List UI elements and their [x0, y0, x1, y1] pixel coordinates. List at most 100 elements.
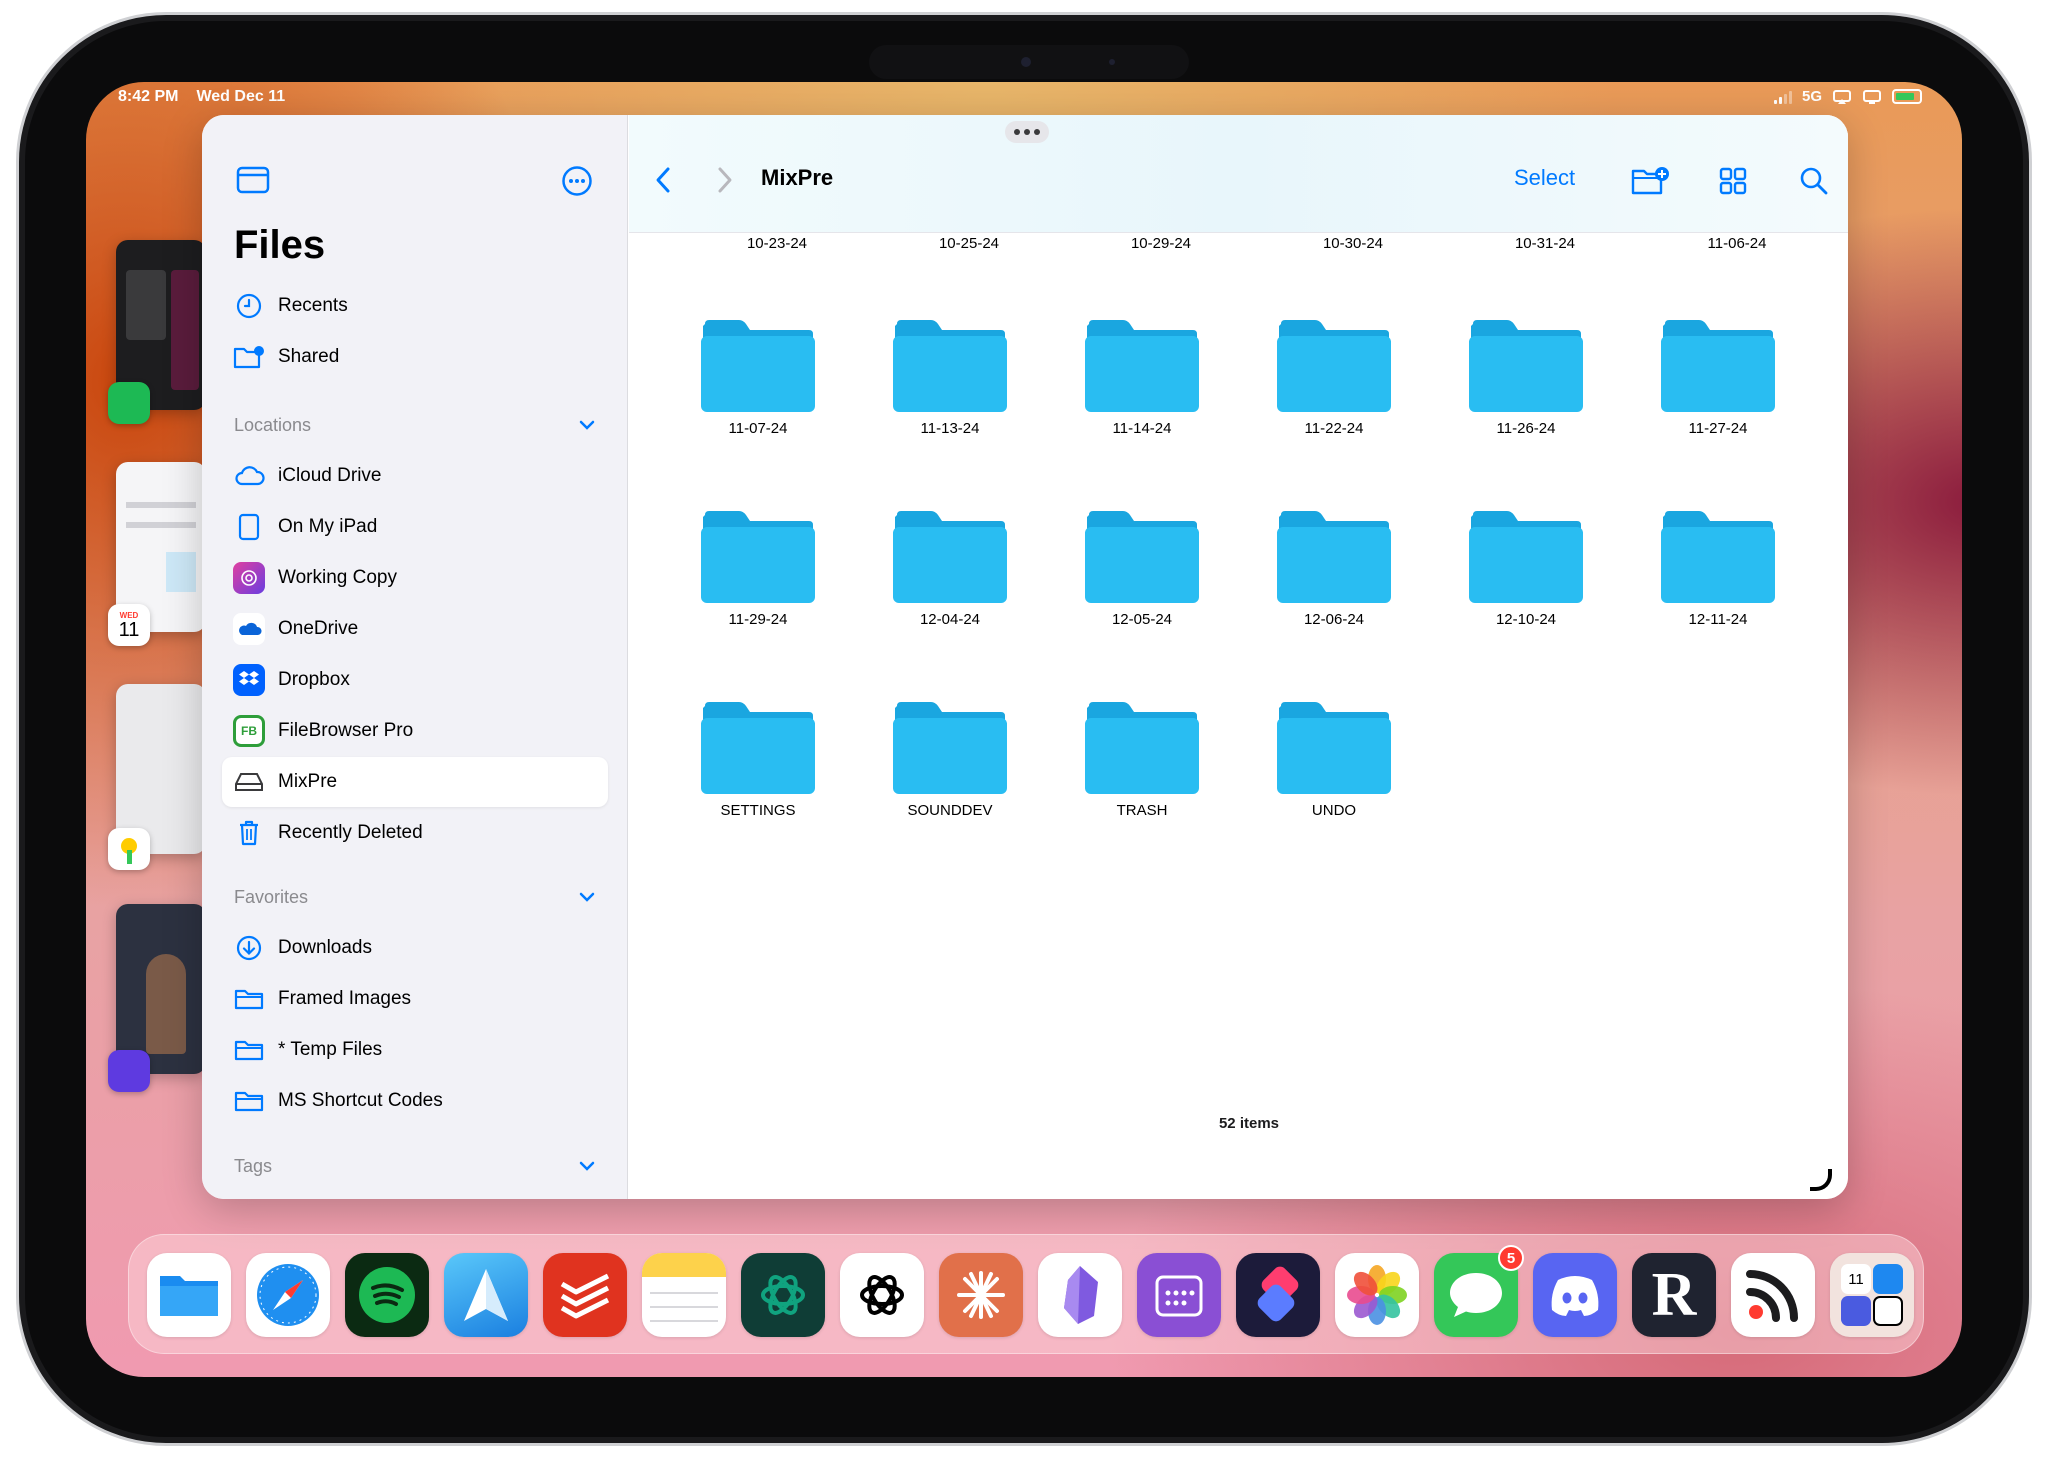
tags-section-header[interactable]: Tags — [234, 1151, 596, 1181]
select-button[interactable]: Select — [1514, 165, 1575, 191]
folder-item[interactable]: 11-27-24 — [1635, 320, 1795, 440]
new-folder-icon — [1631, 167, 1669, 195]
folder-label-top[interactable]: 11-06-24 — [1657, 235, 1817, 252]
sidebar-item-ms-shortcut-codes[interactable]: MS Shortcut Codes — [222, 1076, 608, 1126]
chevron-down-icon[interactable] — [578, 1160, 596, 1172]
sidebar-item-filebrowser-pro[interactable]: FB FileBrowser Pro — [222, 706, 608, 756]
calendar-icon: WED 11 — [108, 604, 150, 646]
sidebar-item-shared[interactable]: Shared — [222, 332, 608, 382]
folder-name: TRASH — [1116, 802, 1168, 819]
folder-icon — [1661, 511, 1775, 603]
folder-item[interactable]: SETTINGS — [675, 702, 835, 822]
folder-item[interactable]: 12-10-24 — [1443, 511, 1603, 631]
folder-item[interactable]: 12-11-24 — [1635, 511, 1795, 631]
folder-item[interactable]: UNDO — [1251, 702, 1411, 822]
drive-icon — [232, 765, 266, 799]
dock-claude-icon[interactable] — [939, 1253, 1023, 1337]
folder-name: 11-29-24 — [728, 611, 788, 628]
sidebar-item-label: FileBrowser Pro — [278, 720, 414, 741]
sidebar-item-onedrive[interactable]: OneDrive — [222, 604, 608, 654]
folder-icon — [1661, 320, 1775, 412]
folder-label-top[interactable]: 10-29-24 — [1081, 235, 1241, 252]
folder-icon — [893, 511, 1007, 603]
dock-files-icon[interactable] — [147, 1253, 231, 1337]
chevron-down-icon[interactable] — [578, 419, 596, 431]
sidebar-item-label: MixPre — [278, 771, 338, 792]
folder-item[interactable]: 11-22-24 — [1251, 320, 1411, 440]
folder-name: 11-13-24 — [920, 420, 980, 437]
folder-icon — [1469, 511, 1583, 603]
folder-icon — [701, 320, 815, 412]
folder-item[interactable]: 11-29-24 — [675, 511, 835, 631]
dock-obsidian-icon[interactable] — [1038, 1253, 1122, 1337]
chevron-down-icon[interactable] — [578, 891, 596, 903]
folder-item[interactable]: 11-13-24 — [867, 320, 1027, 440]
folder-item[interactable]: 11-14-24 — [1059, 320, 1219, 440]
sidebar-item-icloud-drive[interactable]: iCloud Drive — [222, 451, 608, 501]
folder-item[interactable]: 11-26-24 — [1443, 320, 1603, 440]
folder-name: 12-05-24 — [1111, 611, 1173, 628]
folder-icon — [701, 511, 815, 603]
dock-readwise-reader-icon[interactable]: R — [1632, 1253, 1716, 1337]
sidebar-item-downloads[interactable]: Downloads — [222, 923, 608, 973]
working-copy-icon — [232, 561, 266, 595]
dock-fantastical-icon[interactable] — [1137, 1253, 1221, 1337]
folder-item[interactable]: 12-04-24 — [867, 511, 1027, 631]
folder-name: 12-04-24 — [919, 611, 981, 628]
sidebar-item-temp-files[interactable]: * Temp Files — [222, 1025, 608, 1075]
new-folder-button[interactable] — [1629, 159, 1673, 203]
dock-photos-icon[interactable] — [1335, 1253, 1419, 1337]
folder-name: 11-22-24 — [1304, 420, 1364, 437]
dock-rss-icon[interactable] — [1731, 1253, 1815, 1337]
dock-notes-icon[interactable] — [642, 1253, 726, 1337]
sidebar-item-dropbox[interactable]: Dropbox — [222, 655, 608, 705]
folder-item[interactable]: 12-06-24 — [1251, 511, 1411, 631]
dock-safari-icon[interactable] — [246, 1253, 330, 1337]
resize-handle[interactable] — [1810, 1169, 1832, 1191]
folder-label-top[interactable]: 10-25-24 — [889, 235, 1049, 252]
folder-item[interactable]: 12-05-24 — [1059, 511, 1219, 631]
view-mode-button[interactable] — [1711, 159, 1755, 203]
folder-label-top[interactable]: 10-31-24 — [1465, 235, 1625, 252]
sidebar-item-label: iCloud Drive — [278, 465, 382, 486]
folder-label-top[interactable]: 10-23-24 — [697, 235, 857, 252]
folder-item[interactable]: 11-07-24 — [675, 320, 835, 440]
locations-section-header[interactable]: Locations — [234, 410, 596, 440]
sidebar-item-label: Dropbox — [278, 669, 350, 690]
dock-chatgpt-dark-icon[interactable] — [741, 1253, 825, 1337]
sidebar-item-on-my-ipad[interactable]: On My iPad — [222, 502, 608, 552]
sidebar-toggle-icon[interactable] — [236, 165, 270, 195]
ipad-icon — [232, 510, 266, 544]
folder-name: 12-11-24 — [1688, 611, 1748, 628]
sidebar-item-label: * Temp Files — [278, 1039, 383, 1060]
dock-shortcuts-icon[interactable] — [1236, 1253, 1320, 1337]
dock-todoist-icon[interactable] — [543, 1253, 627, 1337]
stage-video-thumbnail[interactable] — [116, 904, 206, 1074]
folder-item[interactable]: SOUNDDEV — [867, 702, 1027, 822]
sidebar-item-working-copy[interactable]: Working Copy — [222, 553, 608, 603]
sidebar-item-recently-deleted[interactable]: Recently Deleted — [222, 808, 608, 858]
sidebar-item-framed-images[interactable]: Framed Images — [222, 974, 608, 1024]
sidebar-item-recents[interactable]: Recents — [222, 281, 608, 331]
dock-spark-icon[interactable] — [444, 1253, 528, 1337]
folder-label-top[interactable]: 10-30-24 — [1273, 235, 1433, 252]
sidebar-item-mixpre[interactable]: MixPre — [222, 757, 608, 807]
dock-chatgpt-icon[interactable] — [840, 1253, 924, 1337]
favorites-section-header[interactable]: Favorites — [234, 882, 596, 912]
window-grabber-handle[interactable] — [1005, 121, 1049, 143]
folder-item[interactable]: TRASH — [1059, 702, 1219, 822]
folder-icon — [232, 1033, 266, 1067]
folder-name: UNDO — [1311, 802, 1357, 819]
battery-icon — [1892, 89, 1922, 104]
back-chevron-icon[interactable] — [653, 165, 673, 195]
item-count: 52 items — [1218, 1115, 1280, 1132]
more-options-icon[interactable] — [561, 165, 593, 197]
dock-spotify-icon[interactable] — [345, 1253, 429, 1337]
forward-chevron-icon[interactable] — [715, 165, 735, 195]
dock-folder-stack-icon[interactable]: 11 — [1830, 1253, 1914, 1337]
folder-icon — [1277, 511, 1391, 603]
dock-messages-icon[interactable]: 5 — [1434, 1245, 1524, 1337]
folder-name: 11-14-24 — [1112, 420, 1172, 437]
search-button[interactable] — [1792, 159, 1836, 203]
dock-discord-icon[interactable] — [1533, 1253, 1617, 1337]
